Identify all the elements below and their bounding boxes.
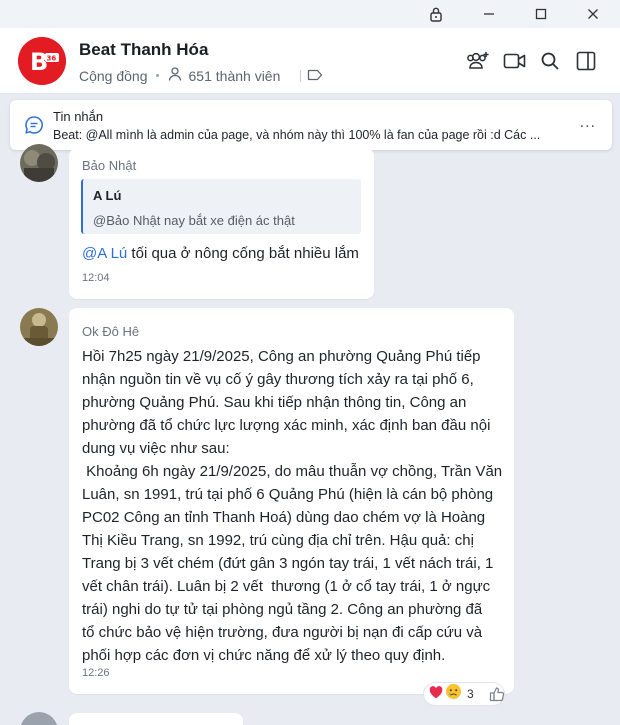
avatar[interactable] [20,144,58,182]
message-line: Thị Kiều Trang, sn 1992, trú cùng địa ch… [82,532,474,549]
close-icon[interactable] [582,4,604,24]
message-line: phường Quảng Phú. Sau khi tiếp nhận thôn… [82,394,467,411]
message-bubble[interactable]: Ok Đô Hê Hồi 7h25 ngày 21/9/2025, Công a… [69,308,514,694]
mention-link[interactable]: @A Lú [82,245,127,262]
add-member-icon[interactable] [466,48,492,74]
message-line: Khoảng 6h ngày 21/9/2025, do mâu thuẫn v… [82,463,503,480]
message-line: tổ chức bảo vệ hiện trường, đưa người bị… [82,624,483,641]
window-titlebar [0,0,620,28]
message-line: Luân, sn 1991, trú tại phố 6 Quảng Phú (… [82,486,494,503]
separator-dot [155,74,159,77]
pinned-message-bar[interactable]: Tin nhắn Beat: @All mình là admin của pa… [10,100,612,150]
lock-icon[interactable] [425,4,447,24]
message-line: nhận nguồn tin về vụ cố ý gây thương tíc… [82,371,474,388]
maximize-icon[interactable] [530,4,552,24]
avatar[interactable] [20,712,58,725]
message-bubble[interactable]: Bảo Nhật A Lú @Bảo Nhật nay bắt xe điện … [69,148,374,299]
members-icon [167,66,183,85]
message-text: Hồi 7h25 ngày 21/9/2025, Công an phường … [82,345,507,667]
like-icon[interactable] [487,684,507,704]
message-line: vết chân trái). Luân bị 2 vết thương (1 … [82,578,491,595]
message-line: trái) nghi do tự tử tại phòng ngủ tầng 2… [82,601,483,618]
sad-reaction-icon [445,683,462,705]
quote-text: @Bảo Nhật nay bắt xe điện ác thật [93,213,295,228]
message-line: PC02 Công an tỉnh Thanh Hoá) dùng dao ch… [82,509,486,526]
sidebar-toggle-icon[interactable] [573,48,599,74]
heart-reaction-icon [428,684,444,705]
quote-sender: A Lú [93,188,122,203]
message-line: dung vụ việc như sau: [82,440,230,457]
message-line: Trang bị 3 vết chém (đứt gân 3 ngón tay … [82,555,494,572]
sender-name[interactable]: Bảo Nhật [82,158,136,173]
group-title: Beat Thanh Hóa [79,40,209,59]
video-call-icon[interactable] [502,48,528,74]
message-icon [24,115,44,135]
message-text: @A Lú tối qua ở nông cống bắt nhiều lắm [82,242,359,265]
tag-icon[interactable] [307,68,323,84]
minimize-icon[interactable] [478,4,500,24]
search-icon[interactable] [537,48,563,74]
message-time: 12:26 [82,667,110,679]
avatar[interactable] [20,308,58,346]
sender-name[interactable]: Ok Đô Hê [82,324,139,339]
message-body: tối qua ở nông cống bắt nhiều lắm [127,245,359,262]
divider-bar [300,69,302,82]
members-count[interactable]: 651 thành viên [189,68,281,84]
quoted-message[interactable]: A Lú @Bảo Nhật nay bắt xe điện ác thật [81,179,361,234]
reaction-count: 3 [467,687,474,701]
message-line: phường đã tổ chức lực lượng xác minh, xá… [82,417,491,434]
group-avatar[interactable]: B 36 [18,37,66,85]
message-line: Hồi 7h25 ngày 21/9/2025, Công an phường … [82,348,481,365]
avatar-logo-badge: 36 [47,55,57,63]
community-label[interactable]: Cộng đồng [79,68,148,84]
more-options-icon[interactable]: ... [580,114,596,132]
pinned-title: Tin nhắn [53,109,104,124]
message-time: 12:04 [82,272,110,284]
group-meta: Cộng đồng 651 thành viên [79,66,323,85]
message-bubble[interactable] [69,713,243,725]
message-line: phối hợp các đơn vị chức năng để xử lý t… [82,647,446,664]
pinned-text: Beat: @All mình là admin của page, và nh… [53,128,541,142]
chat-header: B 36 Beat Thanh Hóa Cộng đồng 651 thành … [0,28,620,94]
